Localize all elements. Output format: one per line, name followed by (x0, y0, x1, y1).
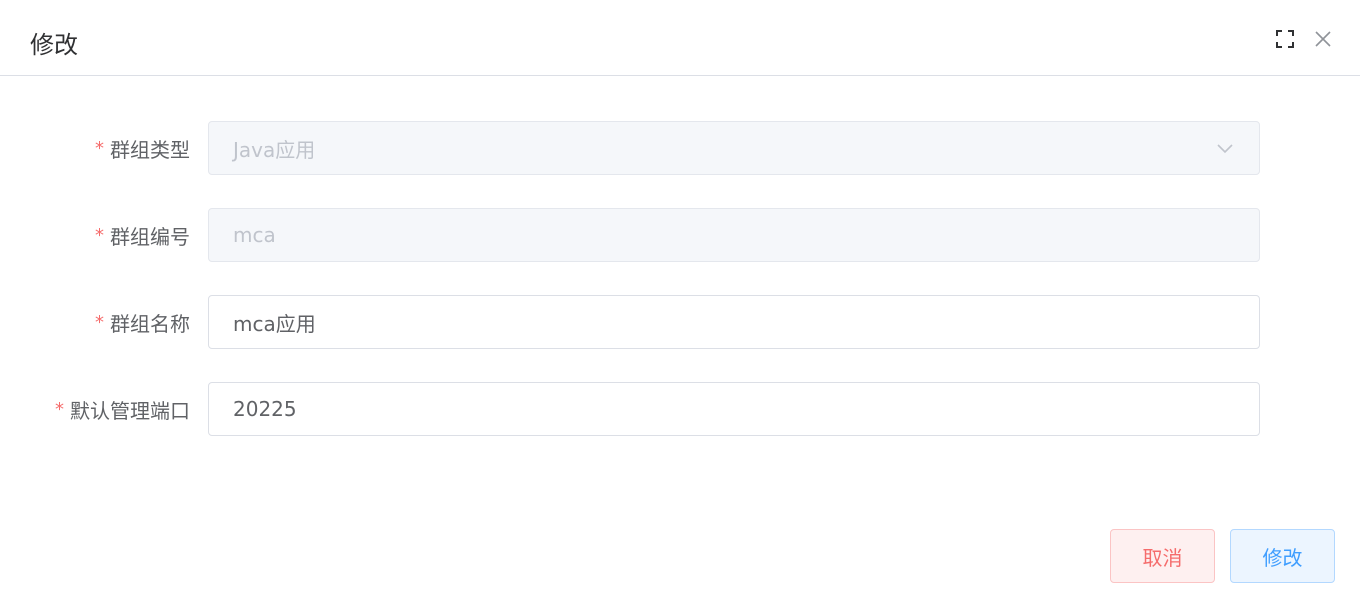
group-name-label-text: 群组名称 (110, 311, 190, 336)
cancel-button[interactable]: 取消 (1110, 529, 1215, 583)
required-star: * (95, 311, 104, 333)
group-type-select[interactable]: Java应用 (208, 121, 1260, 175)
form-row-group-name: * 群组名称 mca应用 (0, 295, 1360, 349)
fullscreen-icon[interactable] (1274, 28, 1296, 50)
default-port-label: * 默认管理端口 (55, 382, 190, 436)
close-icon[interactable] (1312, 28, 1334, 50)
submit-button[interactable]: 修改 (1230, 529, 1335, 583)
group-code-label: * 群组编号 (95, 208, 190, 262)
group-code-value: mca (233, 223, 276, 247)
dialog-title: 修改 (30, 31, 78, 59)
group-name-input[interactable]: mca应用 (208, 295, 1260, 349)
group-code-label-text: 群组编号 (110, 224, 190, 249)
group-type-label: * 群组类型 (95, 121, 190, 175)
default-port-label-text: 默认管理端口 (70, 398, 190, 423)
edit-dialog: 修改 * 群组类型 Java应用 * 群组编号 mca * 群组名称 mca应用… (0, 0, 1360, 602)
group-type-label-text: 群组类型 (110, 137, 190, 162)
required-star: * (95, 137, 104, 159)
form-row-default-port: * 默认管理端口 20225 (0, 382, 1360, 436)
form-row-group-type: * 群组类型 Java应用 (0, 121, 1360, 175)
group-code-input[interactable]: mca (208, 208, 1260, 262)
group-type-value: Java应用 (233, 137, 316, 162)
group-name-label: * 群组名称 (95, 295, 190, 349)
default-port-input[interactable]: 20225 (208, 382, 1260, 436)
default-port-value: 20225 (233, 397, 297, 421)
form-row-group-code: * 群组编号 mca (0, 208, 1360, 262)
chevron-down-icon (1215, 138, 1235, 158)
group-name-value: mca应用 (233, 311, 316, 336)
dialog-header: 修改 (0, 0, 1360, 76)
required-star: * (55, 398, 64, 420)
required-star: * (95, 224, 104, 246)
